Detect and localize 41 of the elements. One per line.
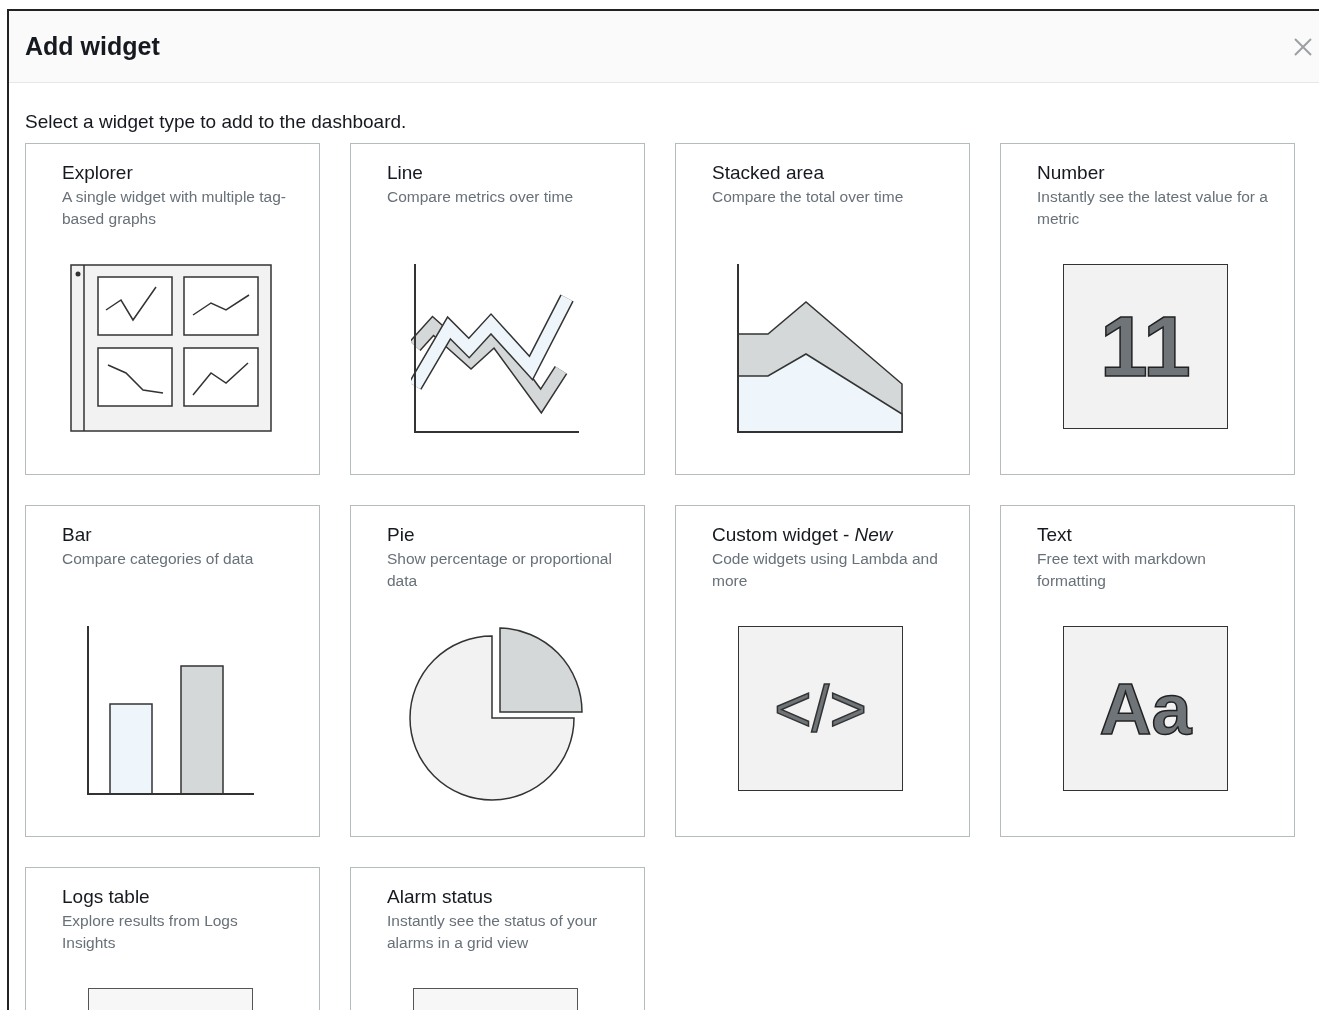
widget-title: Explorer — [62, 161, 134, 185]
widget-title: Stacked area — [712, 161, 825, 185]
line-chart-icon — [410, 264, 581, 434]
widget-description: Compare the total over time — [712, 187, 905, 207]
dashboard-grid-icon — [69, 264, 272, 432]
widget-card[interactable]: Number Instantly see the latest value for a metric 11 — [1000, 143, 1295, 475]
widget-card[interactable]: Line Compare metrics over time — [350, 143, 645, 475]
widget-description: Explore results from Logs Insights — [62, 911, 239, 953]
widget-description: Instantly see the status of your alarms in a grid view — [387, 911, 599, 953]
widget-title: Text — [1037, 523, 1073, 547]
widget-card[interactable]: Text Free text with markdown formatting Aa — [1000, 505, 1295, 837]
widget-description: A single widget with multiple tag-based graphs — [62, 187, 287, 229]
widget-title: Alarm status — [387, 885, 494, 909]
symbol-tile: </> — [738, 626, 903, 791]
widget-card[interactable]: Custom widget - New Code widgets using Lambda and more </> — [675, 505, 970, 837]
widget-description: Instantly see the latest value for a metric — [1037, 187, 1269, 229]
widget-title: Line — [387, 161, 424, 185]
widget-card[interactable]: Explorer A single widget with multiple tag-based graphs — [25, 143, 320, 475]
widget-card[interactable]: Pie Show percentage or proportional data — [350, 505, 645, 837]
symbol-tile: Aa — [1063, 626, 1228, 791]
area-chart-icon — [735, 264, 906, 434]
widget-title: Logs table — [62, 885, 151, 909]
widget-card[interactable]: Bar Compare categories of data — [25, 505, 320, 837]
widget-title: Custom widget - New — [712, 523, 895, 547]
widget-description: Compare categories of data — [62, 549, 255, 569]
widget-description: Show percentage or proportional data — [387, 549, 613, 591]
widget-description: Free text with markdown formatting — [1037, 549, 1207, 591]
bar-chart-icon — [85, 626, 256, 796]
close-icon[interactable] — [1293, 36, 1313, 57]
widget-description: Compare metrics over time — [387, 187, 575, 207]
pie-chart-icon — [407, 626, 584, 802]
widget-card[interactable]: Stacked area Compare the total over time — [675, 143, 970, 475]
widget-title: Number — [1037, 161, 1106, 185]
widget-card[interactable]: Logs table Explore results from Logs Insights — [25, 867, 320, 1010]
widget-description: Code widgets using Lambda and more — [712, 549, 939, 591]
widget-title: Pie — [387, 523, 416, 547]
dialog-title: Add widget — [25, 32, 160, 61]
intro-text: Select a widget type to add to the dashboard. — [25, 111, 408, 133]
widget-card[interactable]: Alarm status Instantly see the status of your alarms in a grid view — [350, 867, 645, 1010]
widget-title: Bar — [62, 523, 93, 547]
symbol-tile: 11 — [1063, 264, 1228, 429]
